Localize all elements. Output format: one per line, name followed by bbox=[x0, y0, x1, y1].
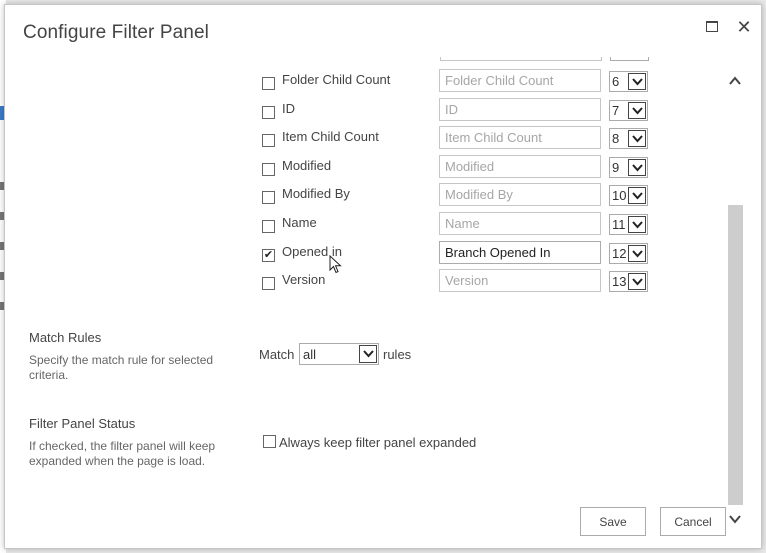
field-label: Modified By bbox=[282, 186, 350, 201]
close-icon: ✕ bbox=[736, 17, 752, 37]
field-checkbox[interactable] bbox=[262, 220, 275, 233]
dialog-content: Folder Child Count 6 ID 7 Item Child Count 8 M… bbox=[5, 57, 729, 497]
field-alias-input[interactable] bbox=[439, 155, 601, 178]
field-label: Item Child Count bbox=[282, 129, 379, 144]
field-order-value: 6 bbox=[612, 74, 620, 89]
field-order-value: 8 bbox=[612, 131, 620, 146]
field-checkbox[interactable] bbox=[262, 163, 275, 176]
match-suffix-label: rules bbox=[383, 347, 412, 362]
field-alias-input[interactable] bbox=[439, 183, 601, 206]
chevron-down-icon[interactable] bbox=[729, 511, 741, 524]
field-order-select-previous[interactable] bbox=[610, 57, 649, 61]
match-prefix-label: Match bbox=[259, 347, 295, 362]
field-alias-input[interactable] bbox=[439, 126, 601, 149]
field-order-value: 9 bbox=[612, 160, 620, 175]
save-button[interactable]: Save bbox=[580, 507, 646, 536]
field-order-value: 12 bbox=[612, 246, 627, 261]
close-button[interactable]: ✕ bbox=[735, 18, 753, 36]
field-alias-input[interactable] bbox=[439, 98, 601, 121]
chevron-down-icon bbox=[628, 159, 646, 176]
chevron-down-icon bbox=[628, 130, 646, 147]
vertical-scrollbar[interactable] bbox=[727, 65, 743, 527]
chevron-down-icon bbox=[628, 187, 646, 204]
field-order-value: 13 bbox=[612, 274, 627, 289]
maximize-button[interactable] bbox=[703, 18, 721, 36]
cancel-button[interactable]: Cancel bbox=[660, 507, 726, 536]
field-alias-input[interactable] bbox=[439, 69, 601, 92]
field-alias-input[interactable] bbox=[439, 269, 601, 292]
field-order-select[interactable]: 9 bbox=[609, 157, 648, 178]
field-label: Modified bbox=[282, 158, 332, 173]
chevron-down-icon bbox=[359, 345, 377, 363]
field-order-value: 10 bbox=[612, 188, 627, 203]
always-expanded-checkbox[interactable] bbox=[263, 435, 276, 448]
chevron-down-icon bbox=[628, 73, 646, 90]
scrollbar-thumb[interactable] bbox=[728, 205, 743, 505]
always-expanded-label: Always keep filter panel expanded bbox=[279, 435, 477, 450]
field-order-select[interactable]: 8 bbox=[609, 128, 648, 149]
field-label: Name bbox=[282, 215, 317, 230]
field-order-select[interactable]: 10 bbox=[609, 185, 648, 206]
field-order-select[interactable]: 11 bbox=[609, 214, 648, 235]
filter-panel-status-description: If checked, the filter panel will keep e… bbox=[29, 439, 216, 468]
chevron-down-icon bbox=[628, 102, 646, 119]
mouse-cursor-icon bbox=[329, 255, 342, 274]
field-label: Folder Child Count bbox=[282, 72, 391, 87]
field-order-select[interactable]: 12 bbox=[609, 243, 648, 264]
field-alias-input[interactable] bbox=[439, 241, 601, 264]
dialog-title: Configure Filter Panel bbox=[23, 22, 209, 43]
field-checkbox[interactable] bbox=[262, 191, 275, 204]
field-checkbox[interactable] bbox=[262, 277, 275, 290]
field-checkbox[interactable]: ✔ bbox=[262, 249, 275, 262]
field-alias-input-previous[interactable] bbox=[440, 57, 602, 61]
field-label: Version bbox=[282, 272, 326, 287]
field-order-select[interactable]: 7 bbox=[609, 100, 648, 121]
filter-panel-status-title: Filter Panel Status bbox=[29, 416, 136, 431]
chevron-down-icon bbox=[628, 216, 646, 233]
chevron-down-icon bbox=[628, 245, 646, 262]
maximize-icon bbox=[706, 21, 718, 32]
match-rule-select[interactable]: all bbox=[299, 343, 379, 365]
field-order-select[interactable]: 13 bbox=[609, 271, 648, 292]
field-checkbox[interactable] bbox=[262, 106, 275, 119]
field-checkbox[interactable] bbox=[262, 77, 275, 90]
field-order-value: 11 bbox=[612, 217, 626, 232]
field-order-select[interactable]: 6 bbox=[609, 71, 648, 92]
field-checkbox[interactable] bbox=[262, 134, 275, 147]
configure-filter-panel-dialog: Configure Filter Panel ✕ Folder Child Co… bbox=[4, 4, 762, 549]
match-rule-value: all bbox=[303, 347, 317, 362]
match-rules-description: Specify the match rule for selected crit… bbox=[29, 353, 214, 382]
chevron-up-icon[interactable] bbox=[729, 73, 741, 85]
field-order-value: 7 bbox=[612, 103, 620, 118]
match-rules-title: Match Rules bbox=[29, 330, 102, 345]
field-label: ID bbox=[282, 101, 295, 116]
chevron-down-icon bbox=[628, 273, 646, 290]
field-alias-input[interactable] bbox=[439, 212, 601, 235]
